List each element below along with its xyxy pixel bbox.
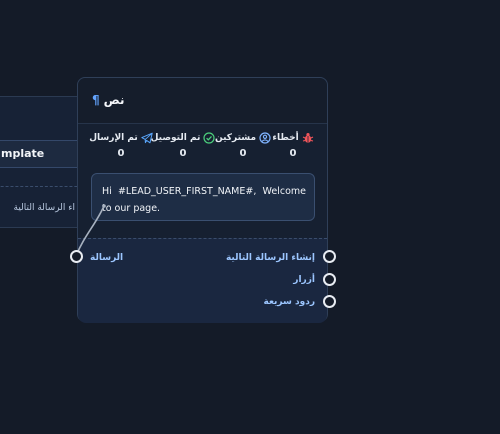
message-text-box[interactable]: Hi #LEAD_USER_FIRST_NAME#, Welcome to ou…: [91, 173, 315, 221]
text-node[interactable]: ¶ نص أخطاء 0 مشتركين 0 تم التوصيل 0 تم ا…: [77, 77, 328, 323]
user-circle-icon: [259, 132, 271, 144]
input-port[interactable]: [70, 250, 83, 263]
output-next-message-label: إنشاء الرسالة التالية: [225, 253, 315, 263]
bug-icon: [302, 133, 313, 143]
stat-sent-label: تم الإرسال: [89, 133, 138, 143]
stat-subscribers: مشتركين 0: [208, 132, 278, 159]
output-port-quick-replies[interactable]: [323, 295, 336, 308]
stat-delivered-value: 0: [179, 148, 187, 159]
node-title-text: نص: [103, 93, 125, 107]
check-circle-icon: [203, 132, 215, 144]
stat-delivered: تم التوصيل 0: [148, 132, 218, 159]
output-port-buttons[interactable]: [323, 273, 336, 286]
previous-node-title: mplate: [1, 147, 45, 160]
input-port-label: الرسالة: [90, 253, 124, 263]
stat-sent: تم الإرسال 0: [86, 132, 156, 159]
node-title: ¶ نص: [92, 93, 125, 107]
stat-delivered-label: تم التوصيل: [150, 133, 201, 143]
stat-sent-value: 0: [117, 148, 125, 159]
previous-node-next-label: اء الرسالة التالية: [13, 203, 76, 213]
output-quick-replies-label: ردود سريعة: [263, 297, 315, 307]
output-buttons-label: أزرار: [293, 275, 315, 285]
stat-subscribers-label: مشتركين: [215, 133, 257, 143]
output-port-next-message[interactable]: [323, 250, 336, 263]
stat-subscribers-value: 0: [239, 148, 247, 159]
stats-row: أخطاء 0 مشتركين 0 تم التوصيل 0 تم الإرسا…: [78, 132, 327, 164]
text-node-header[interactable]: ¶ نص: [78, 78, 327, 124]
node-ports-area: الرسالة إنشاء الرسالة التالية أزرار ردود…: [78, 238, 327, 323]
telegram-send-icon: [141, 132, 153, 144]
pilcrow-icon: ¶: [92, 93, 100, 107]
